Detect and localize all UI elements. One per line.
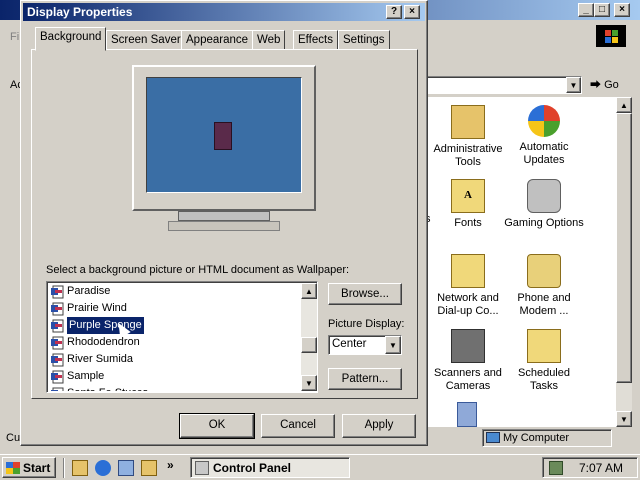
start-button[interactable]: Start bbox=[2, 457, 56, 478]
network-folder-icon bbox=[451, 254, 485, 288]
apply-button[interactable]: Apply bbox=[342, 414, 416, 438]
list-scroll-down-button[interactable]: ▼ bbox=[301, 375, 317, 391]
tab-web[interactable]: Web bbox=[252, 30, 286, 50]
wallpaper-list-item[interactable]: Sample bbox=[49, 368, 301, 385]
list-scroll-up-button[interactable]: ▲ bbox=[301, 283, 317, 299]
cp-item-admin-tools[interactable]: Administrative Tools bbox=[428, 105, 508, 169]
cp-item-network[interactable]: Network and Dial-up Co... bbox=[428, 254, 508, 318]
cp-item-scanners[interactable]: Scanners and Cameras bbox=[428, 329, 508, 393]
system-tray: 7:07 AM bbox=[542, 457, 638, 478]
html-document-icon bbox=[51, 353, 64, 367]
pattern-button[interactable]: Pattern... bbox=[328, 368, 402, 390]
wallpaper-label: Select a background picture or HTML docu… bbox=[46, 264, 350, 276]
taskbar-divider bbox=[63, 458, 65, 478]
quicklaunch-chevron-icon[interactable]: » bbox=[167, 458, 174, 472]
wallpaper-list-items: Paradise Prairie Wind Purple Sponge Rhodode… bbox=[49, 283, 301, 391]
go-button[interactable]: ⮕ Go bbox=[590, 76, 628, 94]
cp-item-phone-modem[interactable]: Phone and Modem ... bbox=[504, 254, 584, 318]
vertical-scrollbar[interactable]: ▲ ▼ bbox=[616, 97, 632, 427]
control-panel-icon bbox=[195, 461, 209, 475]
cp-item-gaming-options[interactable]: Gaming Options bbox=[504, 179, 584, 230]
network-tray-icon[interactable] bbox=[549, 461, 563, 475]
browse-button[interactable]: Browse... bbox=[328, 283, 402, 305]
maximize-button[interactable]: □ bbox=[594, 3, 610, 17]
control-panel-content: s Administrative Tools Automatic Updates… bbox=[425, 97, 616, 427]
html-document-icon bbox=[51, 370, 64, 384]
monitor-preview bbox=[132, 65, 316, 211]
scheduled-tasks-icon bbox=[527, 329, 561, 363]
scroll-thumb[interactable] bbox=[616, 113, 632, 383]
wallpaper-list-item[interactable]: Paradise bbox=[49, 283, 301, 300]
close-button[interactable]: × bbox=[614, 3, 630, 17]
joystick-icon bbox=[527, 179, 561, 213]
windows-update-icon bbox=[528, 105, 560, 137]
help-button[interactable]: ? bbox=[386, 5, 402, 19]
search-icon[interactable] bbox=[141, 460, 157, 476]
windows-logo-icon bbox=[596, 25, 626, 47]
cp-item-fonts[interactable]: A Fonts bbox=[428, 179, 508, 230]
menu-file-partial: Fi bbox=[10, 31, 20, 43]
wallpaper-list[interactable]: Paradise Prairie Wind Purple Sponge Rhodode… bbox=[46, 281, 318, 393]
preview-screen bbox=[146, 77, 302, 193]
scroll-down-button[interactable]: ▼ bbox=[616, 411, 632, 427]
wallpaper-preview-image bbox=[214, 122, 232, 150]
internet-explorer-icon[interactable] bbox=[95, 460, 111, 476]
outlook-express-icon[interactable] bbox=[118, 460, 134, 476]
picture-display-label: Picture Display: bbox=[328, 318, 405, 330]
clock[interactable]: 7:07 AM bbox=[579, 458, 623, 478]
tab-appearance[interactable]: Appearance bbox=[181, 30, 254, 50]
windows-logo-icon bbox=[6, 462, 20, 474]
tab-screen-saver[interactable]: Screen Saver bbox=[106, 30, 186, 50]
scanner-icon bbox=[451, 329, 485, 363]
partial-item-icon bbox=[457, 402, 477, 427]
minimize-button[interactable]: _ bbox=[578, 3, 594, 17]
tab-background[interactable]: Background bbox=[35, 27, 107, 51]
picture-display-select[interactable]: Center ▼ bbox=[328, 335, 402, 355]
html-document-icon bbox=[51, 302, 64, 316]
tab-settings[interactable]: Settings bbox=[338, 30, 390, 50]
taskbar: Start » Control Panel 7:07 AM bbox=[0, 454, 640, 480]
show-desktop-icon[interactable] bbox=[72, 460, 88, 476]
cp-item-scheduled-tasks[interactable]: Scheduled Tasks bbox=[504, 329, 584, 393]
monitor-base bbox=[168, 221, 280, 231]
wallpaper-list-item[interactable]: Purple Sponge bbox=[49, 317, 301, 334]
tab-effects[interactable]: Effects bbox=[293, 30, 338, 50]
phone-icon bbox=[527, 254, 561, 288]
cp-item-automatic-updates[interactable]: Automatic Updates bbox=[504, 105, 584, 167]
dialog-close-button[interactable]: × bbox=[404, 5, 420, 19]
ok-button[interactable]: OK bbox=[179, 413, 255, 439]
computer-icon bbox=[486, 432, 500, 443]
status-zone: My Computer bbox=[482, 429, 612, 447]
wallpaper-list-item[interactable]: River Sumida bbox=[49, 351, 301, 368]
cancel-button[interactable]: Cancel bbox=[261, 414, 335, 438]
wallpaper-list-item[interactable]: Rhododendron bbox=[49, 334, 301, 351]
html-document-icon bbox=[51, 319, 64, 333]
address-bar[interactable]: ▼ bbox=[425, 76, 582, 94]
fonts-folder-icon: A bbox=[451, 179, 485, 213]
wallpaper-list-item[interactable]: Prairie Wind bbox=[49, 300, 301, 317]
html-document-icon bbox=[51, 336, 64, 350]
list-scroll-thumb[interactable] bbox=[301, 337, 317, 353]
scroll-up-button[interactable]: ▲ bbox=[616, 97, 632, 113]
taskbar-control-panel-button[interactable]: Control Panel bbox=[190, 457, 350, 478]
admin-tools-icon bbox=[451, 105, 485, 139]
picture-display-dropdown-button[interactable]: ▼ bbox=[385, 336, 401, 354]
status-bar: My Computer bbox=[425, 429, 640, 447]
wallpaper-list-item[interactable]: Santa Fe Stucco bbox=[49, 385, 301, 391]
list-scrollbar[interactable]: ▲ ▼ bbox=[301, 283, 317, 391]
monitor-stand bbox=[178, 211, 270, 221]
go-arrow-icon: ⮕ bbox=[590, 79, 601, 91]
html-document-icon bbox=[51, 387, 64, 391]
dialog-titlebar: Display Properties bbox=[23, 3, 425, 21]
address-dropdown-button[interactable]: ▼ bbox=[566, 77, 581, 93]
html-document-icon bbox=[51, 285, 64, 299]
